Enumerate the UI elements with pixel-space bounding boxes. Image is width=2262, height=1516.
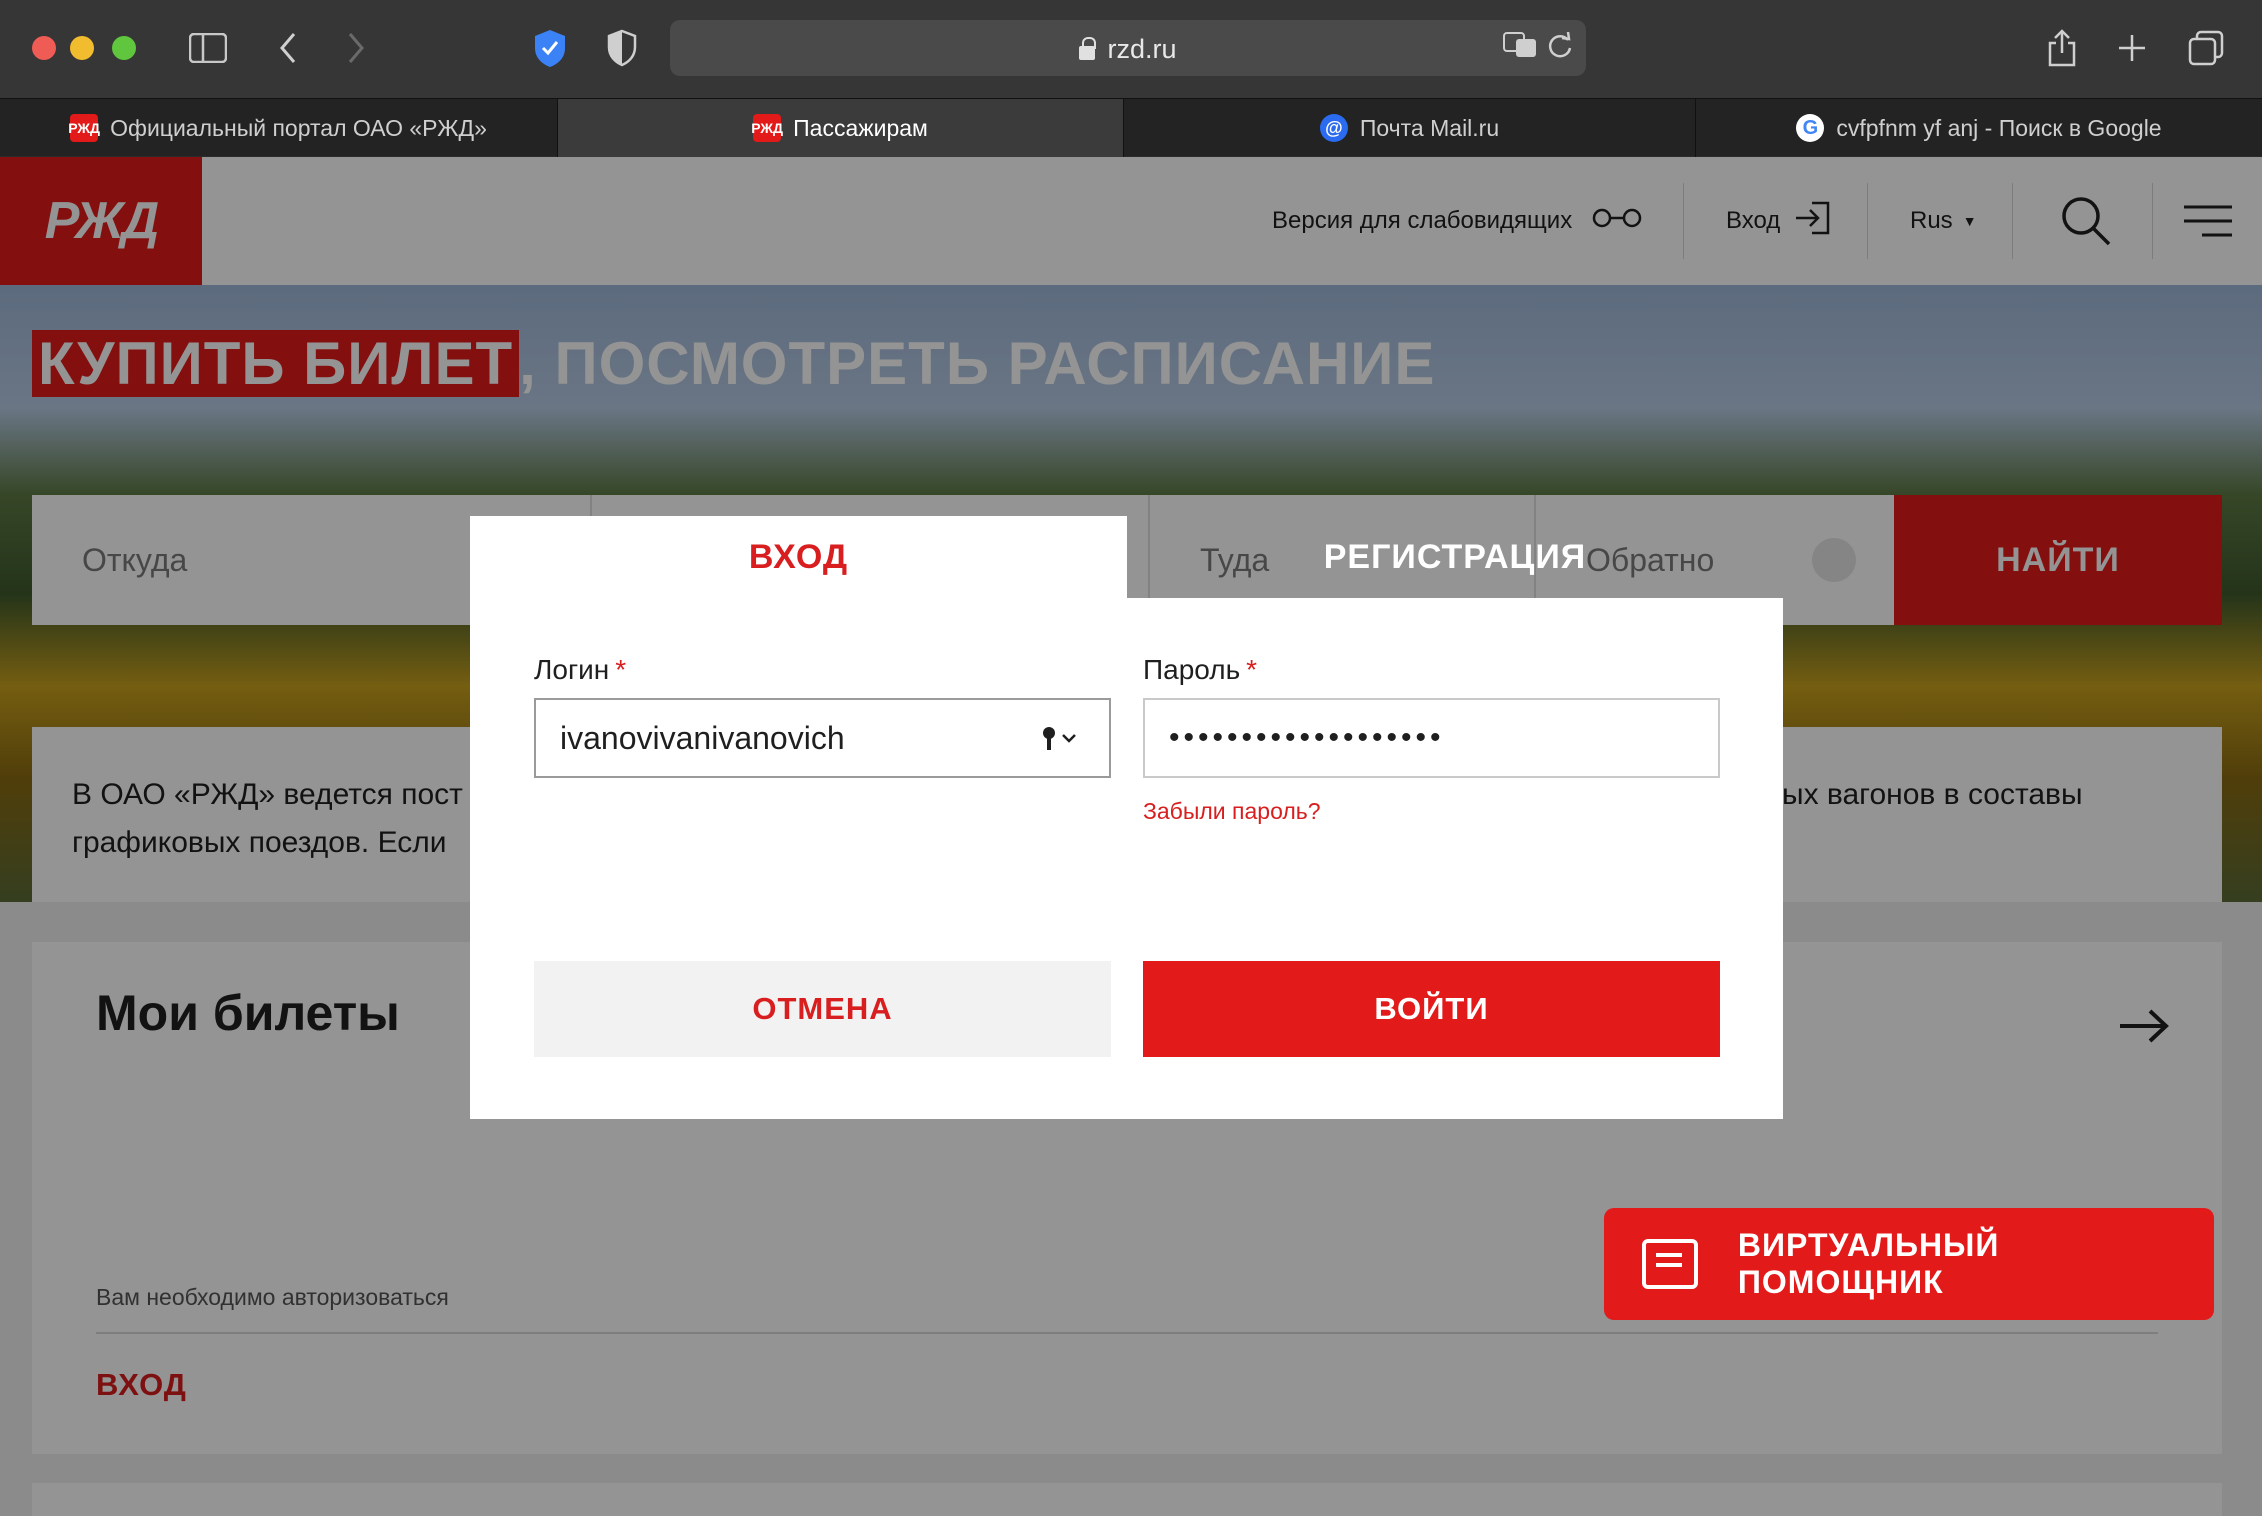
chat-icon (1642, 1239, 1698, 1289)
tab-google-search[interactable]: G cvfpfnm yf anj - Поиск в Google (1696, 99, 2262, 157)
virtual-assistant-button[interactable]: ВИРТУАЛЬНЫЙ ПОМОЩНИК (1604, 1208, 2214, 1320)
tab-passengers[interactable]: РЖД Пассажирам (558, 99, 1124, 157)
rzd-favicon: РЖД (68, 114, 100, 142)
password-label-text: Пароль (1143, 654, 1241, 685)
reload-icon[interactable] (1542, 31, 1578, 64)
forward-icon[interactable] (334, 26, 378, 70)
google-favicon: G (1796, 114, 1825, 142)
password-label: Пароль * (1143, 654, 1257, 686)
password-input[interactable]: ••••••••••••••••••• (1143, 698, 1720, 778)
browser-toolbar: rzd.ru (0, 0, 2262, 98)
tab-label: Пассажирам (793, 114, 928, 141)
tab-label: cvfpfnm yf anj - Поиск в Google (1836, 114, 2162, 141)
required-mark: * (1246, 654, 1258, 685)
cancel-button[interactable]: ОТМЕНА (534, 961, 1111, 1057)
privacy-shield-icon[interactable] (528, 26, 572, 70)
login-input[interactable]: ivanovivanivanovich (534, 698, 1111, 778)
tab-rzd-portal[interactable]: РЖД Официальный портал ОАО «РЖД» (0, 99, 558, 157)
required-mark: * (615, 654, 627, 685)
tab-login[interactable]: ВХОД (470, 516, 1127, 598)
login-form: Логин * ivanovivanivanovich Пароль * •••••… (470, 598, 1783, 1119)
zoom-window-button[interactable] (112, 36, 136, 60)
login-label: Логин * (534, 654, 626, 686)
minimize-window-button[interactable] (70, 36, 94, 60)
new-tab-icon[interactable] (2110, 26, 2154, 70)
address-bar[interactable]: rzd.ru (670, 20, 1586, 76)
share-icon[interactable] (2040, 26, 2084, 70)
url-text: rzd.ru (1107, 34, 1177, 64)
sidebar-toggle-icon[interactable] (186, 26, 230, 70)
tab-bar: РЖД Официальный портал ОАО «РЖД» РЖД Пас… (0, 98, 2262, 157)
password-value: ••••••••••••••••••• (1169, 721, 1445, 754)
translate-icon[interactable] (1502, 32, 1538, 64)
lock-icon (1079, 37, 1097, 60)
tab-register[interactable]: РЕГИСТРАЦИЯ (1127, 516, 1783, 598)
mail-favicon: @ (1319, 114, 1348, 142)
assistant-label: ВИРТУАЛЬНЫЙ ПОМОЩНИК (1737, 1227, 2000, 1300)
back-icon[interactable] (266, 26, 310, 70)
rzd-favicon: РЖД (751, 114, 783, 142)
forgot-password-link[interactable]: Забыли пароль? (1143, 798, 1321, 825)
login-label-text: Логин (534, 654, 610, 685)
tab-overview-icon[interactable] (2184, 26, 2228, 70)
login-submit-button[interactable]: ВОЙТИ (1143, 961, 1720, 1057)
tab-label: Официальный портал ОАО «РЖД» (110, 114, 487, 141)
tab-mail[interactable]: @ Почта Mail.ru (1124, 99, 1696, 157)
login-modal: ВХОД РЕГИСТРАЦИЯ Логин * ivanovivanivanov… (470, 516, 1783, 1119)
tab-label: Почта Mail.ru (1359, 114, 1500, 141)
key-icon[interactable] (1041, 726, 1081, 758)
close-window-button[interactable] (32, 36, 56, 60)
login-value: ivanovivanivanovich (560, 719, 845, 756)
content-blocker-icon[interactable] (600, 26, 644, 70)
